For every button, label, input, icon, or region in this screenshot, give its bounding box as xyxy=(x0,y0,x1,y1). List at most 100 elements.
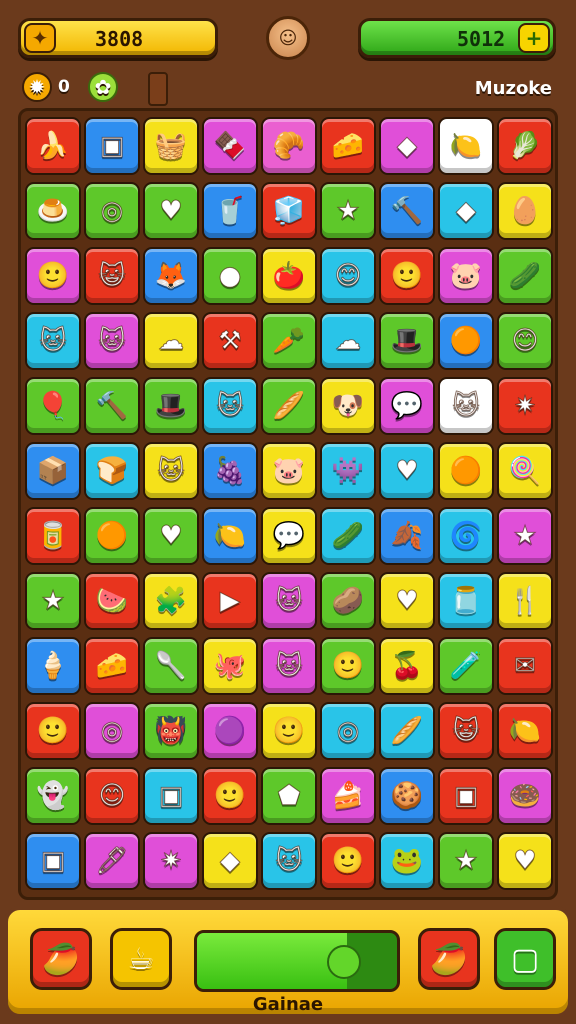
board-tile[interactable]: 🎩 xyxy=(143,377,199,435)
board-tile[interactable]: ☁ xyxy=(143,312,199,370)
board-tile[interactable]: ♥ xyxy=(143,507,199,565)
board-tile[interactable]: ♥ xyxy=(379,442,435,500)
board-tile[interactable]: 🎩 xyxy=(379,312,435,370)
board-tile[interactable]: 🍋 xyxy=(497,702,553,760)
sugar-cube-button[interactable]: ▢ xyxy=(494,928,556,990)
character-avatar-icon[interactable]: ☺ xyxy=(266,16,310,60)
board-tile[interactable]: ▣ xyxy=(25,832,81,890)
board-tile[interactable]: 🙂 xyxy=(320,637,376,695)
board-tile[interactable]: 🍪 xyxy=(379,767,435,825)
green-splat-resource[interactable]: ✿ xyxy=(88,72,118,102)
board-tile[interactable]: 🍌 xyxy=(25,117,81,175)
board-tile[interactable]: 👹 xyxy=(143,702,199,760)
board-tile[interactable]: 🐱 xyxy=(261,832,317,890)
board-tile[interactable]: 🍂 xyxy=(379,507,435,565)
board-tile[interactable]: 🐱 xyxy=(25,312,81,370)
board-tile[interactable]: ◆ xyxy=(202,832,258,890)
board-tile[interactable]: 🥒 xyxy=(320,507,376,565)
board-tile[interactable]: ◎ xyxy=(84,702,140,760)
board-tile[interactable]: 😊 xyxy=(320,247,376,305)
coins-counter[interactable]: ✦ 3808 xyxy=(18,18,218,58)
board-tile[interactable]: 🍋 xyxy=(438,117,494,175)
board-tile[interactable]: 🧩 xyxy=(143,572,199,630)
board-tile[interactable]: 🥬 xyxy=(497,117,553,175)
board-tile[interactable]: 🥖 xyxy=(379,702,435,760)
board-tile[interactable]: 🍩 xyxy=(497,767,553,825)
board-tile[interactable]: 🧺 xyxy=(143,117,199,175)
board-tile[interactable]: 🧀 xyxy=(320,117,376,175)
board-tile[interactable]: 😺 xyxy=(438,702,494,760)
board-tile[interactable]: 🍇 xyxy=(202,442,258,500)
board-tile[interactable]: 🥔 xyxy=(320,572,376,630)
board-tile[interactable]: 🙂 xyxy=(202,767,258,825)
board-tile[interactable]: 🙂 xyxy=(379,247,435,305)
board-tile[interactable]: 🍋 xyxy=(202,507,258,565)
board-tile[interactable]: 🥚 xyxy=(497,182,553,240)
board-tile[interactable]: 🦊 xyxy=(143,247,199,305)
board-tile[interactable]: 🙂 xyxy=(261,702,317,760)
board-tile[interactable]: 🥄 xyxy=(143,637,199,695)
board-tile[interactable]: 🐱 xyxy=(261,637,317,695)
board-tile[interactable]: 🍮 xyxy=(25,182,81,240)
board-tile[interactable]: ◎ xyxy=(320,702,376,760)
board-tile[interactable]: 🍉 xyxy=(84,572,140,630)
board-tile[interactable]: 🙂 xyxy=(320,832,376,890)
board-tile[interactable]: ◎ xyxy=(84,182,140,240)
board-tile[interactable]: 🧪 xyxy=(438,637,494,695)
cacao-booster-button[interactable]: 🥭 xyxy=(30,928,92,990)
board-tile[interactable]: 🐙 xyxy=(202,637,258,695)
board-tile[interactable]: 🍅 xyxy=(261,247,317,305)
board-tile[interactable]: 🥫 xyxy=(25,507,81,565)
board-tile[interactable]: 🐷 xyxy=(261,442,317,500)
board-tile[interactable]: 🐱 xyxy=(261,572,317,630)
board-tile[interactable]: ● xyxy=(202,247,258,305)
board-tile[interactable]: 🔨 xyxy=(379,182,435,240)
board-tile[interactable]: 🔨 xyxy=(84,377,140,435)
board-tile[interactable]: ✷ xyxy=(497,377,553,435)
board-tile[interactable]: ▣ xyxy=(143,767,199,825)
board-tile[interactable]: 🥕 xyxy=(261,312,317,370)
board-tile[interactable]: 🌀 xyxy=(438,507,494,565)
board-tile[interactable]: 🐸 xyxy=(379,832,435,890)
board-tile[interactable]: 📦 xyxy=(25,442,81,500)
board-tile[interactable]: 😊 xyxy=(497,312,553,370)
board-tile[interactable]: 🐱 xyxy=(143,442,199,500)
board-tile[interactable]: 🍒 xyxy=(379,637,435,695)
board-tile[interactable]: 🎈 xyxy=(25,377,81,435)
coffee-booster-button[interactable]: ☕ xyxy=(110,928,172,990)
board-tile[interactable]: 🫙 xyxy=(438,572,494,630)
board-tile[interactable]: 🍰 xyxy=(320,767,376,825)
board-tile[interactable]: 🖊 xyxy=(84,832,140,890)
board-tile[interactable]: 💬 xyxy=(261,507,317,565)
board-tile[interactable]: ◆ xyxy=(438,182,494,240)
board-tile[interactable]: 🟣 xyxy=(202,702,258,760)
board-tile[interactable]: 💬 xyxy=(379,377,435,435)
board-tile[interactable]: ♥ xyxy=(497,832,553,890)
board-tile[interactable]: ▣ xyxy=(438,767,494,825)
plus-icon[interactable]: + xyxy=(518,23,550,53)
board-tile[interactable]: 🧀 xyxy=(84,637,140,695)
gold-nugget-resource[interactable]: ✹ 0 xyxy=(22,72,70,102)
board-tile[interactable]: 👾 xyxy=(320,442,376,500)
board-tile[interactable]: ★ xyxy=(497,507,553,565)
board-tile[interactable]: 😊 xyxy=(84,767,140,825)
board-tile[interactable]: 🍴 xyxy=(497,572,553,630)
board-tile[interactable]: 🧊 xyxy=(261,182,317,240)
chocolate-resource[interactable] xyxy=(148,72,168,106)
board-tile[interactable]: 🥒 xyxy=(497,247,553,305)
board-tile[interactable]: 🐱 xyxy=(438,377,494,435)
board-tile[interactable]: 🍭 xyxy=(497,442,553,500)
board-tile[interactable]: 🥤 xyxy=(202,182,258,240)
energy-counter[interactable]: 5012 + xyxy=(358,18,556,58)
board-tile[interactable]: 🐱 xyxy=(84,312,140,370)
board-tile[interactable]: ▣ xyxy=(84,117,140,175)
board-tile[interactable]: 😺 xyxy=(84,247,140,305)
board-tile[interactable]: ✷ xyxy=(143,832,199,890)
board-tile[interactable]: ◆ xyxy=(379,117,435,175)
board-tile[interactable]: 🍫 xyxy=(202,117,258,175)
cacao-shop-button[interactable]: 🥭 xyxy=(418,928,480,990)
board-tile[interactable]: 🐶 xyxy=(320,377,376,435)
board-tile[interactable]: 🐷 xyxy=(438,247,494,305)
board-tile[interactable]: 🍞 xyxy=(84,442,140,500)
board-tile[interactable]: 🍦 xyxy=(25,637,81,695)
